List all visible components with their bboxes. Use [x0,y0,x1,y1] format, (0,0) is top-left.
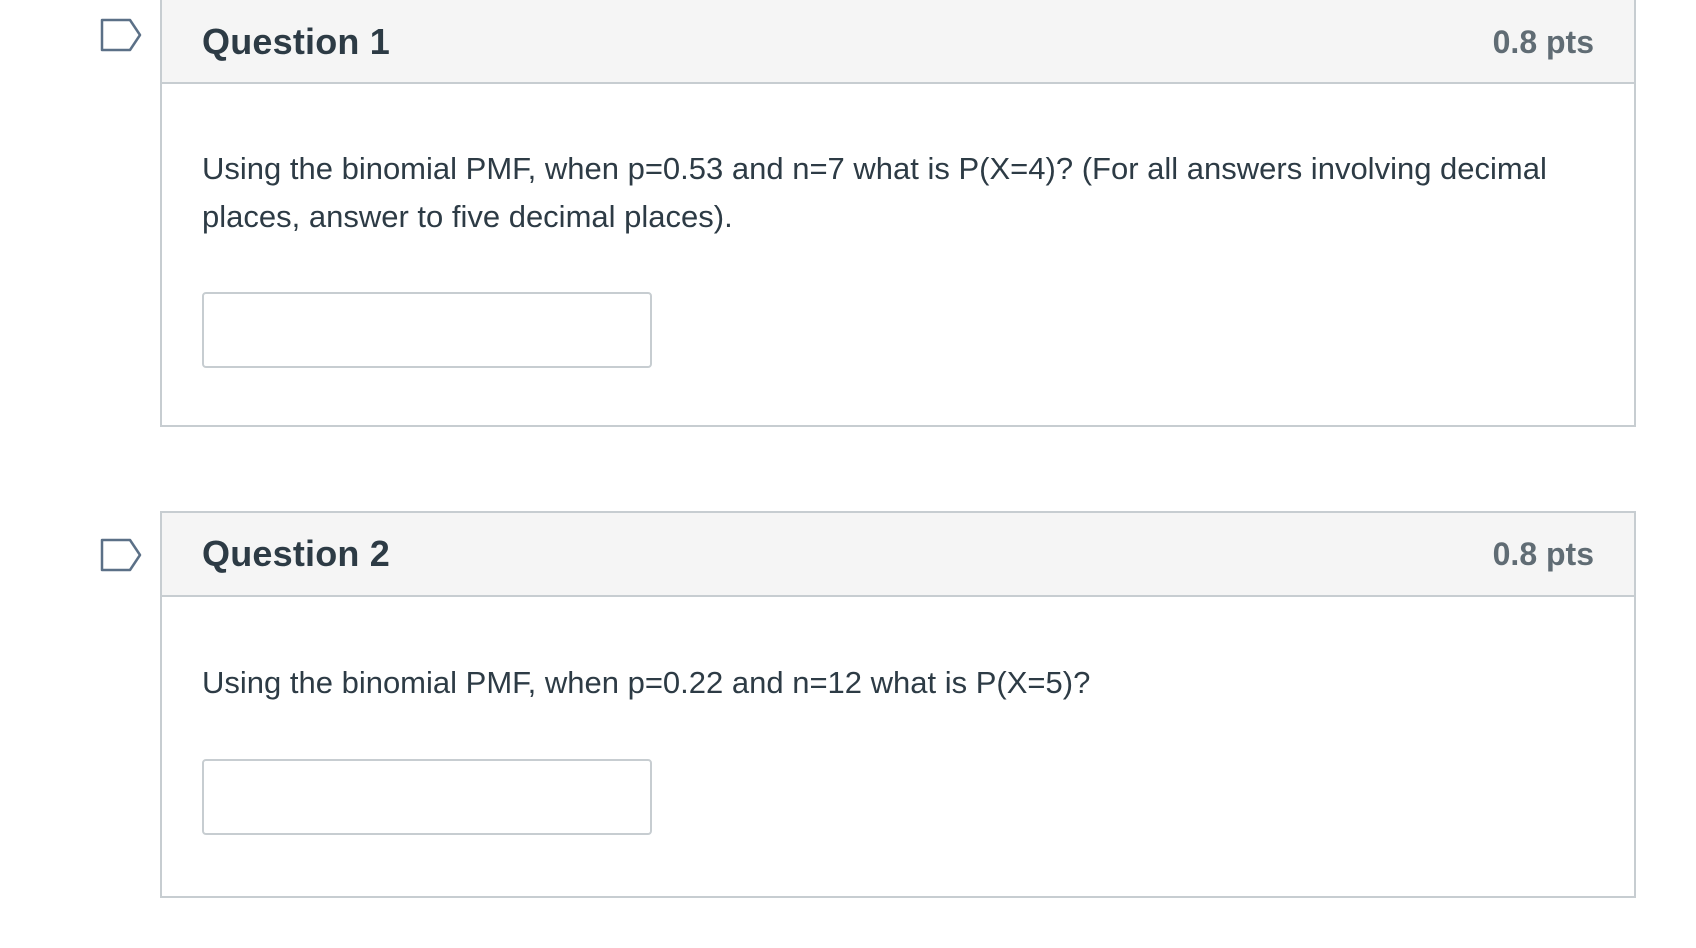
question-points: 0.8 pts [1492,23,1594,60]
answer-input-question-2[interactable] [202,759,652,835]
question-text: Using the binomial PMF, when p=0.22 and … [202,665,1091,700]
question-title: Question 2 [202,533,391,574]
question-body: Using the binomial PMF, when p=0.53 and … [162,84,1634,368]
question-title: Question 1 [202,21,391,62]
question-body: Using the binomial PMF, when p=0.22 and … [162,597,1634,835]
question-2-card: Question 2 0.8 pts Using the binomial PM… [160,511,1636,898]
answer-input-question-1[interactable] [202,292,652,368]
question-header: Question 1 0.8 pts [162,0,1634,84]
flag-question-1-icon[interactable] [100,18,142,52]
question-text: Using the binomial PMF, when p=0.53 and … [202,151,1547,234]
question-points: 0.8 pts [1492,535,1594,572]
flag-question-2-icon[interactable] [100,538,142,572]
question-1-card: Question 1 0.8 pts Using the binomial PM… [160,0,1636,427]
question-header: Question 2 0.8 pts [162,513,1634,597]
